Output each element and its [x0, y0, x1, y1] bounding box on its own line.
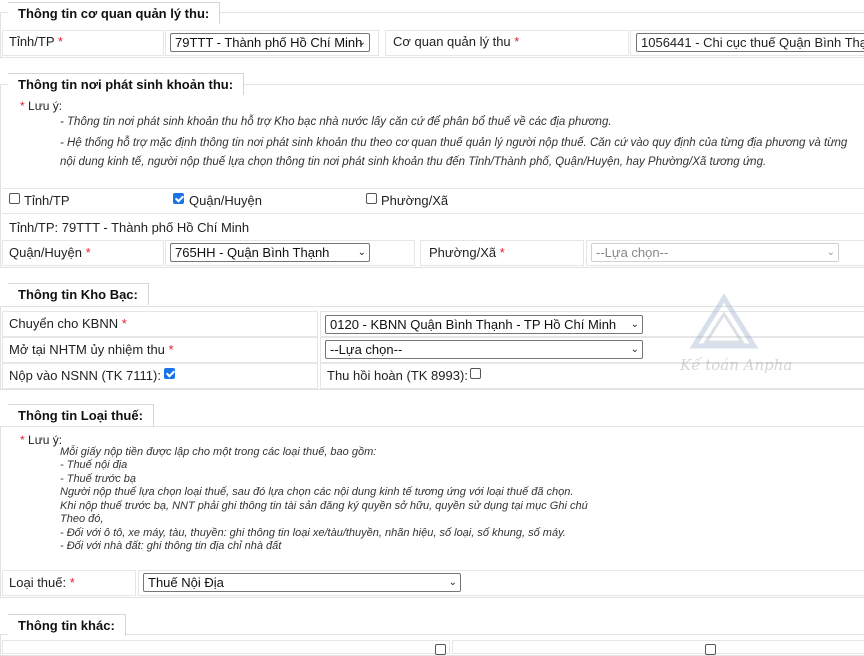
taxtype-note-line-6: Theo đó, — [60, 513, 104, 525]
section-agency-title: Thông tin cơ quan quản lý thu: — [8, 2, 221, 24]
refund-label: Thu hồi hoàn (TK 8993): — [327, 368, 468, 383]
nsnn-label: Nộp vào NSNN (TK 7111): — [9, 368, 161, 383]
agency-field[interactable]: 1056441 - Chi cục thuế Quận Bình Thạnh — [636, 33, 864, 52]
other-checkbox-1[interactable] — [435, 644, 446, 655]
section-taxtype-title: Thông tin Loại thuế: — [8, 404, 154, 426]
tax-type-select[interactable]: Thuế Nội Địa ⌄ — [143, 573, 461, 592]
province-info-text: Tỉnh/TP: 79TTT - Thành phố Hồ Chí Minh — [9, 220, 250, 235]
section-treasury-title: Thông tin Kho Bạc: — [8, 283, 149, 305]
agency-label: Cơ quan quản lý thu * — [393, 34, 520, 49]
origin-note-line-3: nội dung kinh tế, người nộp thuế lựa chọ… — [60, 156, 767, 168]
chevron-down-icon: ⌄ — [826, 247, 835, 258]
chevron-down-icon: ⌄ — [357, 37, 366, 48]
kbnn-select[interactable]: 0120 - KBNN Quận Bình Thạnh - TP Hồ Chí … — [325, 315, 643, 334]
check-district[interactable] — [173, 193, 184, 204]
bank-select[interactable]: --Lựa chọn-- ⌄ — [325, 340, 643, 359]
chevron-down-icon: ⌄ — [357, 247, 366, 258]
chevron-down-icon: ⌄ — [630, 319, 639, 330]
district-select[interactable]: 765HH - Quận Bình Thạnh ⌄ — [170, 243, 370, 262]
province-select[interactable]: 79TTT - Thành phố Hồ Chí Minh ⌄ — [170, 33, 370, 52]
ward-select[interactable]: --Lựa chọn-- ⌄ — [591, 243, 839, 262]
kbnn-label: Chuyển cho KBNN * — [9, 316, 127, 331]
ward-label: Phường/Xã * — [429, 245, 505, 260]
check-ward[interactable] — [366, 193, 377, 204]
refund-checkbox[interactable] — [470, 368, 481, 379]
chevron-down-icon: ⌄ — [448, 577, 457, 588]
watermark-logo: Kế toán Anpha — [680, 292, 793, 384]
taxtype-note-line-3: - Thuế trước bạ — [60, 473, 136, 485]
taxtype-note-line-5: Khi nộp thuế trước bạ, NNT phải ghi thôn… — [60, 500, 588, 512]
other-row-cell-1 — [2, 640, 450, 654]
check-province[interactable] — [9, 193, 20, 204]
taxtype-note-label: * Lưu ý: — [20, 433, 63, 447]
section-other-title: Thông tin khác: — [8, 614, 126, 636]
taxtype-note-line-7: - Đối với ô tô, xe máy, tàu, thuyền: ghi… — [60, 527, 566, 539]
origin-note-line-2: - Hệ thống hỗ trợ mặc định thông tin nơi… — [60, 137, 848, 149]
taxtype-note-line-4: Người nộp thuế lựa chọn loại thuế, sau đ… — [60, 486, 574, 498]
chevron-down-icon: ⌄ — [630, 344, 639, 355]
bank-label: Mở tại NHTM ủy nhiệm thu * — [9, 342, 174, 357]
section-origin-title: Thông tin nơi phát sinh khoản thu: — [8, 73, 245, 95]
watermark-text: Kế toán Anpha — [680, 356, 793, 374]
check-district-label: Quận/Huyện — [189, 193, 262, 208]
taxtype-note-line-2: - Thuế nội địa — [60, 459, 128, 471]
taxtype-note-line-1: Mỗi giấy nộp tiền được lập cho một trong… — [60, 446, 377, 458]
check-province-label: Tỉnh/TP — [24, 193, 70, 208]
origin-note-label: * Lưu ý: — [20, 99, 63, 113]
other-checkbox-2[interactable] — [705, 644, 716, 655]
taxtype-note-line-8: - Đối với nhà đất: ghi thông tin địa chỉ… — [60, 540, 282, 552]
other-row-cell-2 — [452, 640, 864, 654]
origin-note-line-1: - Thông tin nơi phát sinh khoản thu hỗ t… — [60, 116, 612, 128]
tax-label: Loại thuế: * — [9, 575, 75, 590]
district-label: Quận/Huyện * — [9, 245, 91, 260]
province-label: Tỉnh/TP * — [9, 34, 63, 49]
nsnn-checkbox[interactable] — [164, 368, 175, 379]
check-ward-label: Phường/Xã — [381, 193, 449, 208]
